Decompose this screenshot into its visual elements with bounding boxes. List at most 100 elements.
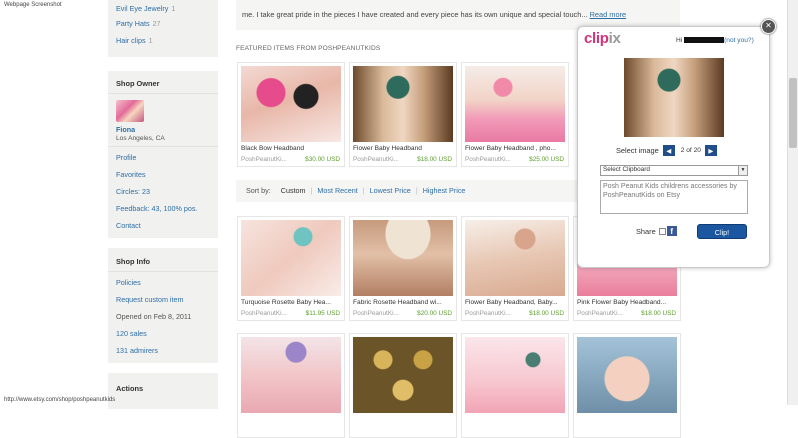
item-seller[interactable]: PoshPeanutKi... — [241, 310, 287, 317]
item-price: $18.00 USD — [641, 310, 676, 317]
policies-link[interactable]: Policies — [116, 274, 210, 291]
item-title[interactable]: Flower Baby Headband — [353, 145, 457, 152]
item-image[interactable] — [241, 66, 341, 142]
item-price: $11.95 USD — [305, 310, 340, 317]
sidebar-item-party-hats[interactable]: Party Hats 27 — [116, 15, 210, 32]
item-price: $18.00 USD — [417, 156, 452, 163]
owner-location: Los Angeles, CA — [116, 135, 165, 142]
sort-option-lowest-price[interactable]: Lowest Price — [370, 186, 411, 195]
item-price: $18.00 USD — [529, 310, 564, 317]
facebook-icon[interactable]: f — [666, 226, 677, 236]
sidebar-item-count: 27 — [152, 19, 161, 28]
sidebar-item-count: 1 — [171, 4, 176, 13]
read-more-link[interactable]: Read more — [590, 10, 627, 19]
item-image[interactable] — [465, 66, 565, 142]
divider — [108, 271, 218, 272]
actions-box: Actions — [108, 373, 218, 413]
item-seller[interactable]: PoshPeanutKi... — [353, 156, 399, 163]
listing-item[interactable]: Turquoise Rosette Baby Hea... PoshPeanut… — [237, 216, 345, 321]
logo-accent: ix — [608, 30, 621, 47]
divider — [108, 93, 218, 94]
scrollbar[interactable] — [787, 0, 798, 405]
listing-item[interactable] — [461, 333, 569, 438]
prev-arrow-icon[interactable]: ◀ — [662, 145, 675, 156]
listing-item[interactable] — [237, 333, 345, 438]
shop-owner-box: Shop Owner Fiona Los Angeles, CA Profile… — [108, 71, 218, 242]
item-title[interactable]: Flower Baby Headband , pho... — [465, 145, 569, 152]
sidebar-item-label: Hair clips — [116, 36, 146, 45]
item-image[interactable] — [465, 337, 565, 413]
shop-owner-title: Shop Owner — [116, 79, 160, 88]
item-seller[interactable]: PoshPeanutKi... — [353, 310, 399, 317]
item-seller[interactable]: PoshPeanutKi... — [241, 156, 287, 163]
actions-title: Actions — [116, 384, 144, 393]
clip-button[interactable]: Clip! — [697, 224, 747, 239]
clipix-logo: clipix — [584, 30, 621, 47]
item-title[interactable]: Turquoise Rosette Baby Hea... — [241, 299, 345, 306]
profile-link[interactable]: Profile — [116, 149, 210, 166]
item-seller[interactable]: PoshPeanutKi... — [465, 156, 511, 163]
share-label: Share — [636, 226, 656, 236]
sales-link[interactable]: 120 sales — [116, 325, 210, 342]
close-icon[interactable]: ✕ — [761, 19, 776, 34]
scrollbar-thumb[interactable] — [789, 78, 797, 148]
status-url: http://www.etsy.com/shop/poshpeanutkids — [4, 397, 116, 403]
item-image[interactable] — [353, 220, 453, 296]
item-seller[interactable]: PoshPeanutKi... — [465, 310, 511, 317]
listing-item[interactable] — [573, 333, 681, 438]
listing-item[interactable]: Flower Baby Headband, Baby... PoshPeanut… — [461, 216, 569, 321]
clipboard-select[interactable]: Select Clipboard ▼ — [600, 165, 748, 176]
not-you-link[interactable]: (not you?) — [724, 37, 754, 44]
about-text: me. I take great pride in the pieces I h… — [242, 10, 590, 19]
featured-title: FEATURED ITEMS FROM POSHPEANUTKIDS — [236, 45, 381, 52]
item-image[interactable] — [241, 220, 341, 296]
image-preview — [624, 58, 724, 137]
sort-option-most-recent[interactable]: Most Recent — [317, 186, 357, 195]
item-image[interactable] — [353, 66, 453, 142]
request-custom-item-link[interactable]: Request custom item — [116, 291, 210, 308]
listing-item[interactable]: Fabric Rosette Headband wi... PoshPeanut… — [349, 216, 457, 321]
sort-label: Sort by: — [246, 186, 271, 195]
section-links-box: Evil Eye Jewelry 1 Party Hats 27 Hair clip… — [108, 0, 218, 61]
greeting-text: Hi — [676, 37, 683, 44]
favorites-link[interactable]: Favorites — [116, 166, 210, 183]
contact-link[interactable]: Contact — [116, 217, 210, 234]
sidebar-item-count: 1 — [148, 36, 153, 45]
avatar[interactable] — [116, 100, 144, 122]
opened-date: Opened on Feb 8, 2011 — [116, 312, 192, 321]
owner-name[interactable]: Fiona — [116, 125, 210, 134]
item-seller[interactable]: PoshPeanutKi... — [577, 310, 623, 317]
item-title[interactable]: Black Bow Headband — [241, 145, 345, 152]
sidebar-item-evil-eye-jewelry[interactable]: Evil Eye Jewelry 1 — [116, 3, 210, 15]
item-price: $25.00 USD — [529, 156, 564, 163]
next-arrow-icon[interactable]: ▶ — [704, 145, 717, 156]
featured-item[interactable]: Flower Baby Headband PoshPeanutKi... $18… — [349, 62, 457, 167]
separator: | — [362, 186, 365, 195]
separator: | — [415, 186, 418, 195]
item-image[interactable] — [577, 337, 677, 413]
shop-info-title: Shop Info — [116, 257, 151, 266]
item-image[interactable] — [353, 337, 453, 413]
description-field[interactable]: Posh Peanut Kids childrens accessories b… — [600, 180, 748, 214]
featured-item[interactable]: Black Bow Headband PoshPeanutKi... $30.0… — [237, 62, 345, 167]
featured-item[interactable]: Flower Baby Headband , pho... PoshPeanut… — [461, 62, 569, 167]
item-title[interactable]: Flower Baby Headband, Baby... — [465, 299, 569, 306]
listing-item[interactable] — [349, 333, 457, 438]
share-control: Share f — [636, 226, 677, 236]
share-checkbox[interactable] — [658, 227, 666, 235]
divider — [108, 146, 218, 147]
sort-option-custom[interactable]: Custom — [281, 186, 306, 195]
item-image[interactable] — [241, 337, 341, 413]
sidebar-item-hair-clips[interactable]: Hair clips 1 — [116, 32, 210, 57]
item-image[interactable] — [465, 220, 565, 296]
item-title[interactable]: Pink Flower Baby Headband... — [577, 299, 681, 306]
chevron-down-icon[interactable]: ▼ — [738, 166, 747, 175]
feedback-link[interactable]: Feedback: 43, 100% pos. — [116, 200, 210, 217]
item-title[interactable]: Fabric Rosette Headband wi... — [353, 299, 457, 306]
sort-option-highest-price[interactable]: Highest Price — [423, 186, 466, 195]
admirers-link[interactable]: 131 admirers — [116, 342, 210, 359]
circles-link[interactable]: Circles: 23 — [116, 183, 210, 200]
clipix-popup: ✕ clipix Hi (not you?) Select image ◀ 2 … — [577, 19, 776, 268]
redacted-username — [684, 37, 725, 44]
webpage: Webpage Screenshot Evil Eye Jewelry 1 Par… — [0, 0, 798, 438]
